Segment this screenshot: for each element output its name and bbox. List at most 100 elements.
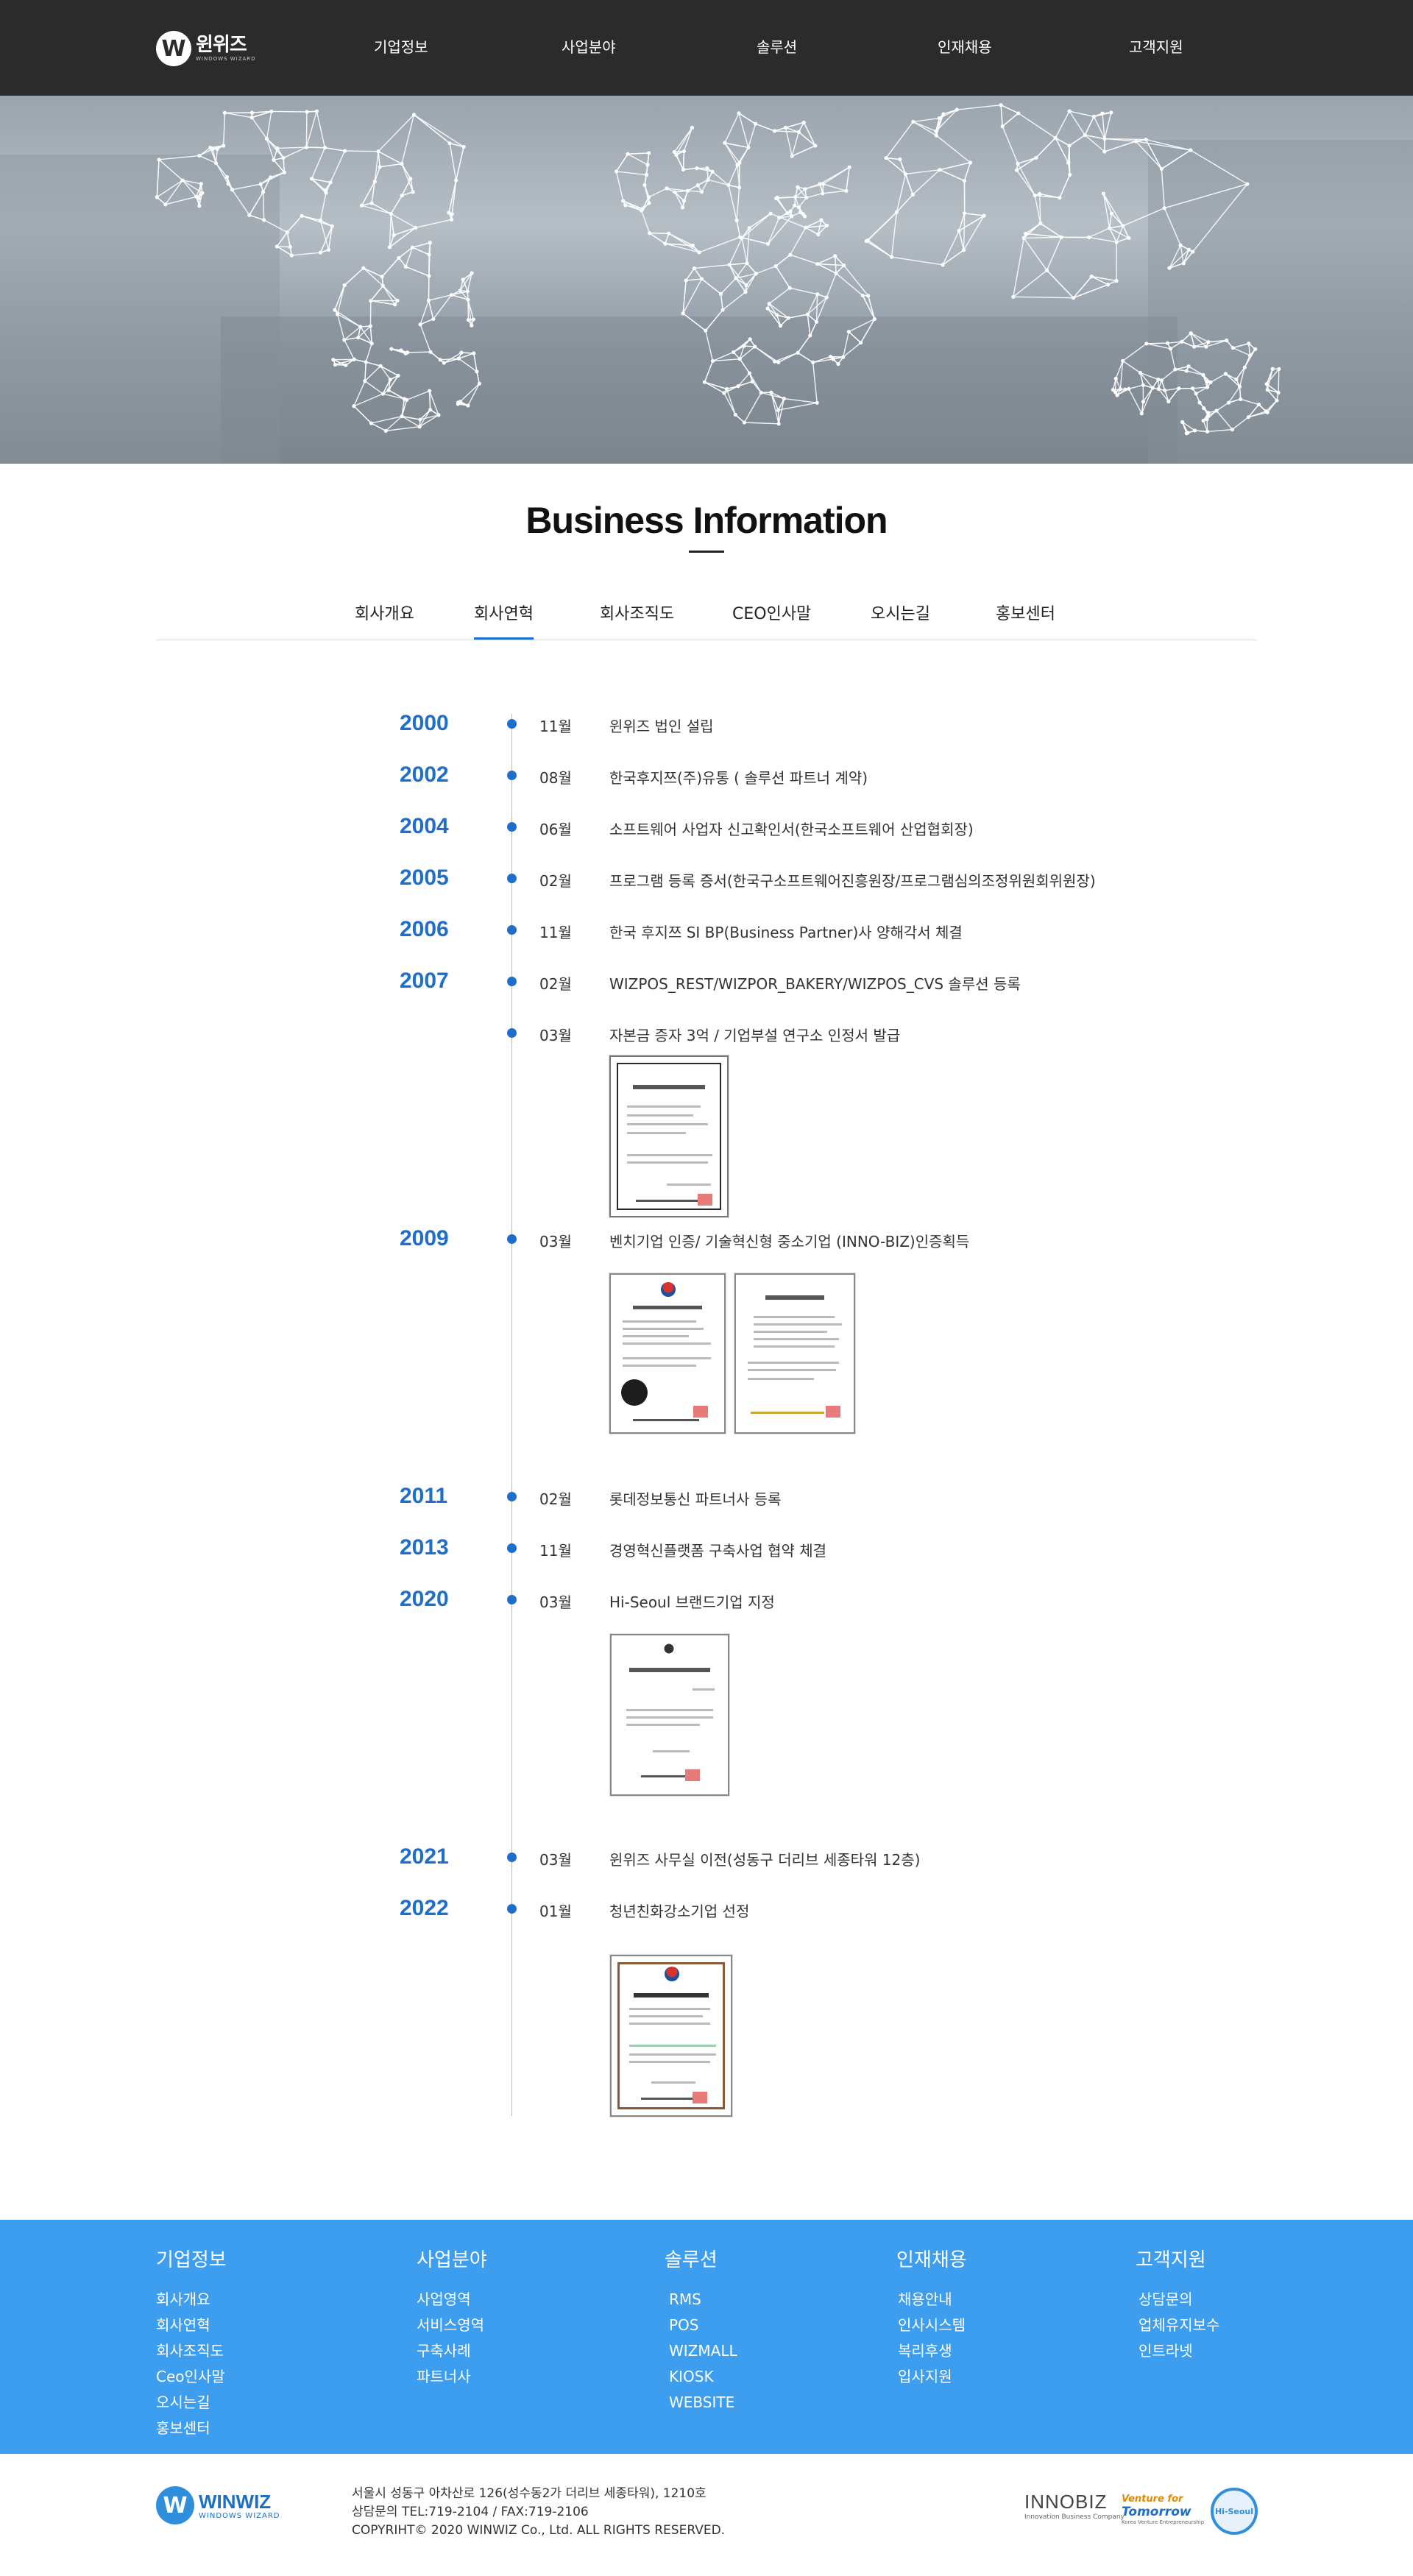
venture-badge-title: Tomorrow [1122, 2505, 1191, 2519]
tab-pr-center[interactable]: 홍보센터 [996, 601, 1055, 624]
timeline-month: 11월 [539, 924, 572, 941]
footer-link[interactable]: 회사개요 [156, 2287, 227, 2313]
tab-overview[interactable]: 회사개요 [355, 601, 414, 624]
timeline-year: 2000 [400, 711, 449, 735]
footer-column-solution: 솔루션 RMS POS WIZMALL KIOSK WEBSITE [665, 2245, 737, 2416]
footer-column-recruit: 인재채용 채용안내 인사시스템 복리후생 입사지원 [896, 2245, 967, 2390]
footer-link[interactable]: 입사지원 [898, 2364, 967, 2390]
innobiz-badge: INNOBIZ Innovation Business Company [1024, 2491, 1125, 2521]
tab-history[interactable]: 회사연혁 [474, 601, 534, 640]
timeline-year: 2007 [400, 969, 449, 993]
nav-solution[interactable]: 솔루션 [757, 35, 797, 57]
footer-link[interactable]: WEBSITE [669, 2390, 737, 2416]
nav-recruit[interactable]: 인재채용 [938, 35, 992, 57]
nav-business[interactable]: 사업분야 [562, 35, 616, 57]
timeline-year: 2009 [400, 1226, 449, 1250]
timeline-dot [507, 977, 517, 986]
footer-link[interactable]: 오시는길 [156, 2390, 227, 2416]
timeline-year: 2022 [400, 1896, 449, 1920]
timeline-dot [507, 1543, 517, 1553]
footer-link[interactable]: 채용안내 [898, 2287, 967, 2313]
timeline-event: 윈위즈 사무실 이전(성동구 더리브 세종타워 12층) [609, 1851, 921, 1869]
company-address: 서울시 성동구 아차산로 126(성수동2가 더리브 세종타워), 1210호 [352, 2486, 706, 2501]
timeline-month: 03월 [539, 1851, 572, 1869]
timeline-month: 11월 [539, 718, 572, 735]
footer-link[interactable]: RMS [669, 2287, 737, 2313]
timeline-event: 경영혁신플랫폼 구축사업 협약 체결 [609, 1542, 827, 1560]
certificate-image [609, 1055, 729, 1217]
world-network-map [0, 103, 1413, 464]
timeline-dot [507, 1028, 517, 1038]
footer-link[interactable]: POS [669, 2313, 737, 2338]
timeline-event: 프로그램 등록 증서(한국구소프트웨어진흥원장/프로그램심의조정위원회위원장) [609, 872, 1096, 890]
timeline-month: 03월 [539, 1233, 572, 1250]
footer-link[interactable]: KIOSK [669, 2364, 737, 2390]
timeline-event: 한국 후지쯔 SI BP(Business Partner)사 양해각서 체결 [609, 924, 963, 941]
timeline-month: 03월 [539, 1593, 572, 1611]
timeline-month: 03월 [539, 1027, 572, 1044]
timeline-month: 02월 [539, 1490, 572, 1508]
timeline-event: 한국후지쯔(주)유통 ( 솔루션 파트너 계약) [609, 769, 868, 787]
timeline-dot [507, 1595, 517, 1604]
footer-column-title: 솔루션 [665, 2249, 718, 2271]
timeline-event: WIZPOS_REST/WIZPOR_BAKERY/WIZPOS_CVS 솔루션… [609, 975, 1021, 993]
sub-tabs: 회사개요 회사연혁 회사조직도 CEO인사말 오시는길 홍보센터 [156, 589, 1257, 640]
timeline-month: 11월 [539, 1542, 572, 1560]
footer-link[interactable]: Ceo인사말 [156, 2364, 227, 2390]
nav-company-info[interactable]: 기업정보 [374, 35, 428, 57]
timeline-event: 벤치기업 인증/ 기술혁신형 중소기업 (INNO-BIZ)인증획득 [609, 1233, 970, 1250]
timeline-month: 06월 [539, 821, 572, 838]
tab-ceo-greeting[interactable]: CEO인사말 [732, 601, 811, 624]
footer-link[interactable]: WIZMALL [669, 2338, 737, 2364]
timeline-year: 2011 [400, 1484, 448, 1508]
venture-badge-subtitle: Korea Venture Entrepreneurship [1122, 2519, 1205, 2525]
footer-sitemap: 기업정보 회사개요 회사연혁 회사조직도 Ceo인사말 오시는길 홍보센터 사업… [0, 2220, 1413, 2454]
timeline-event: 청년친화강소기업 선정 [609, 1903, 750, 1920]
footer-link[interactable]: 구축사례 [417, 2338, 487, 2364]
footer-link[interactable]: 인사시스템 [898, 2313, 967, 2338]
tab-organization[interactable]: 회사조직도 [600, 601, 674, 624]
footer-link[interactable]: 회사조직도 [156, 2338, 227, 2364]
footer-column-title: 기업정보 [156, 2249, 227, 2271]
timeline-dot [507, 1904, 517, 1914]
timeline-year: 2021 [400, 1844, 449, 1869]
tab-location[interactable]: 오시는길 [871, 601, 930, 624]
footer-link[interactable]: 홍보센터 [156, 2416, 227, 2441]
timeline-event: Hi-Seoul 브랜드기업 지정 [609, 1593, 775, 1611]
footer-link[interactable]: 사업영역 [417, 2287, 487, 2313]
footer-link[interactable]: 회사연혁 [156, 2313, 227, 2338]
timeline-year: 2002 [400, 762, 449, 787]
footer-logo-mark: W [156, 2486, 194, 2524]
footer-column-title: 사업분야 [417, 2249, 487, 2271]
nav-support[interactable]: 고객지원 [1129, 35, 1183, 57]
venture-badge: Venture for Tomorrow Korea Venture Entre… [1122, 2494, 1204, 2525]
timeline-year: 2006 [400, 917, 449, 941]
footer-link[interactable]: 파트너사 [417, 2364, 487, 2390]
footer-link[interactable]: 서비스영역 [417, 2313, 487, 2338]
timeline-month: 02월 [539, 975, 572, 993]
footer-link[interactable]: 상담문의 [1138, 2287, 1219, 2313]
footer-logo-subtext: WINDOWS WIZARD [199, 2511, 280, 2520]
timeline-event: 자본금 증자 3억 / 기업부설 연구소 인정서 발급 [609, 1027, 901, 1044]
footer-link[interactable]: 인트라넷 [1138, 2338, 1219, 2364]
hi-seoul-badge: Hi-Seoul [1211, 2488, 1258, 2535]
timeline-dot [507, 771, 517, 780]
timeline-month: 08월 [539, 769, 572, 787]
footer-column-title: 인재채용 [896, 2249, 967, 2271]
timeline-year: 2013 [400, 1535, 449, 1560]
footer-logo[interactable]: W WINWIZ WINDOWS WIZARD [156, 2486, 280, 2524]
innobiz-badge-subtitle: Innovation Business Company [1024, 2513, 1125, 2521]
footer-link[interactable]: 업체유지보수 [1138, 2313, 1219, 2338]
timeline-event: 윈위즈 법인 설립 [609, 718, 714, 735]
timeline-dot [507, 719, 517, 729]
timeline-dot [507, 925, 517, 935]
footer-bottom: W WINWIZ WINDOWS WIZARD 서울시 성동구 아차산로 126… [0, 2454, 1413, 2576]
footer-column-company: 기업정보 회사개요 회사연혁 회사조직도 Ceo인사말 오시는길 홍보센터 [156, 2245, 227, 2441]
certificate-image [734, 1273, 855, 1434]
hero-banner [0, 96, 1413, 464]
timeline-dot [507, 874, 517, 883]
timeline-event: 롯데정보통신 파트너사 등록 [609, 1490, 782, 1508]
footer-link[interactable]: 복리후생 [898, 2338, 967, 2364]
certificate-image [610, 1955, 732, 2117]
timeline-dot [507, 822, 517, 832]
